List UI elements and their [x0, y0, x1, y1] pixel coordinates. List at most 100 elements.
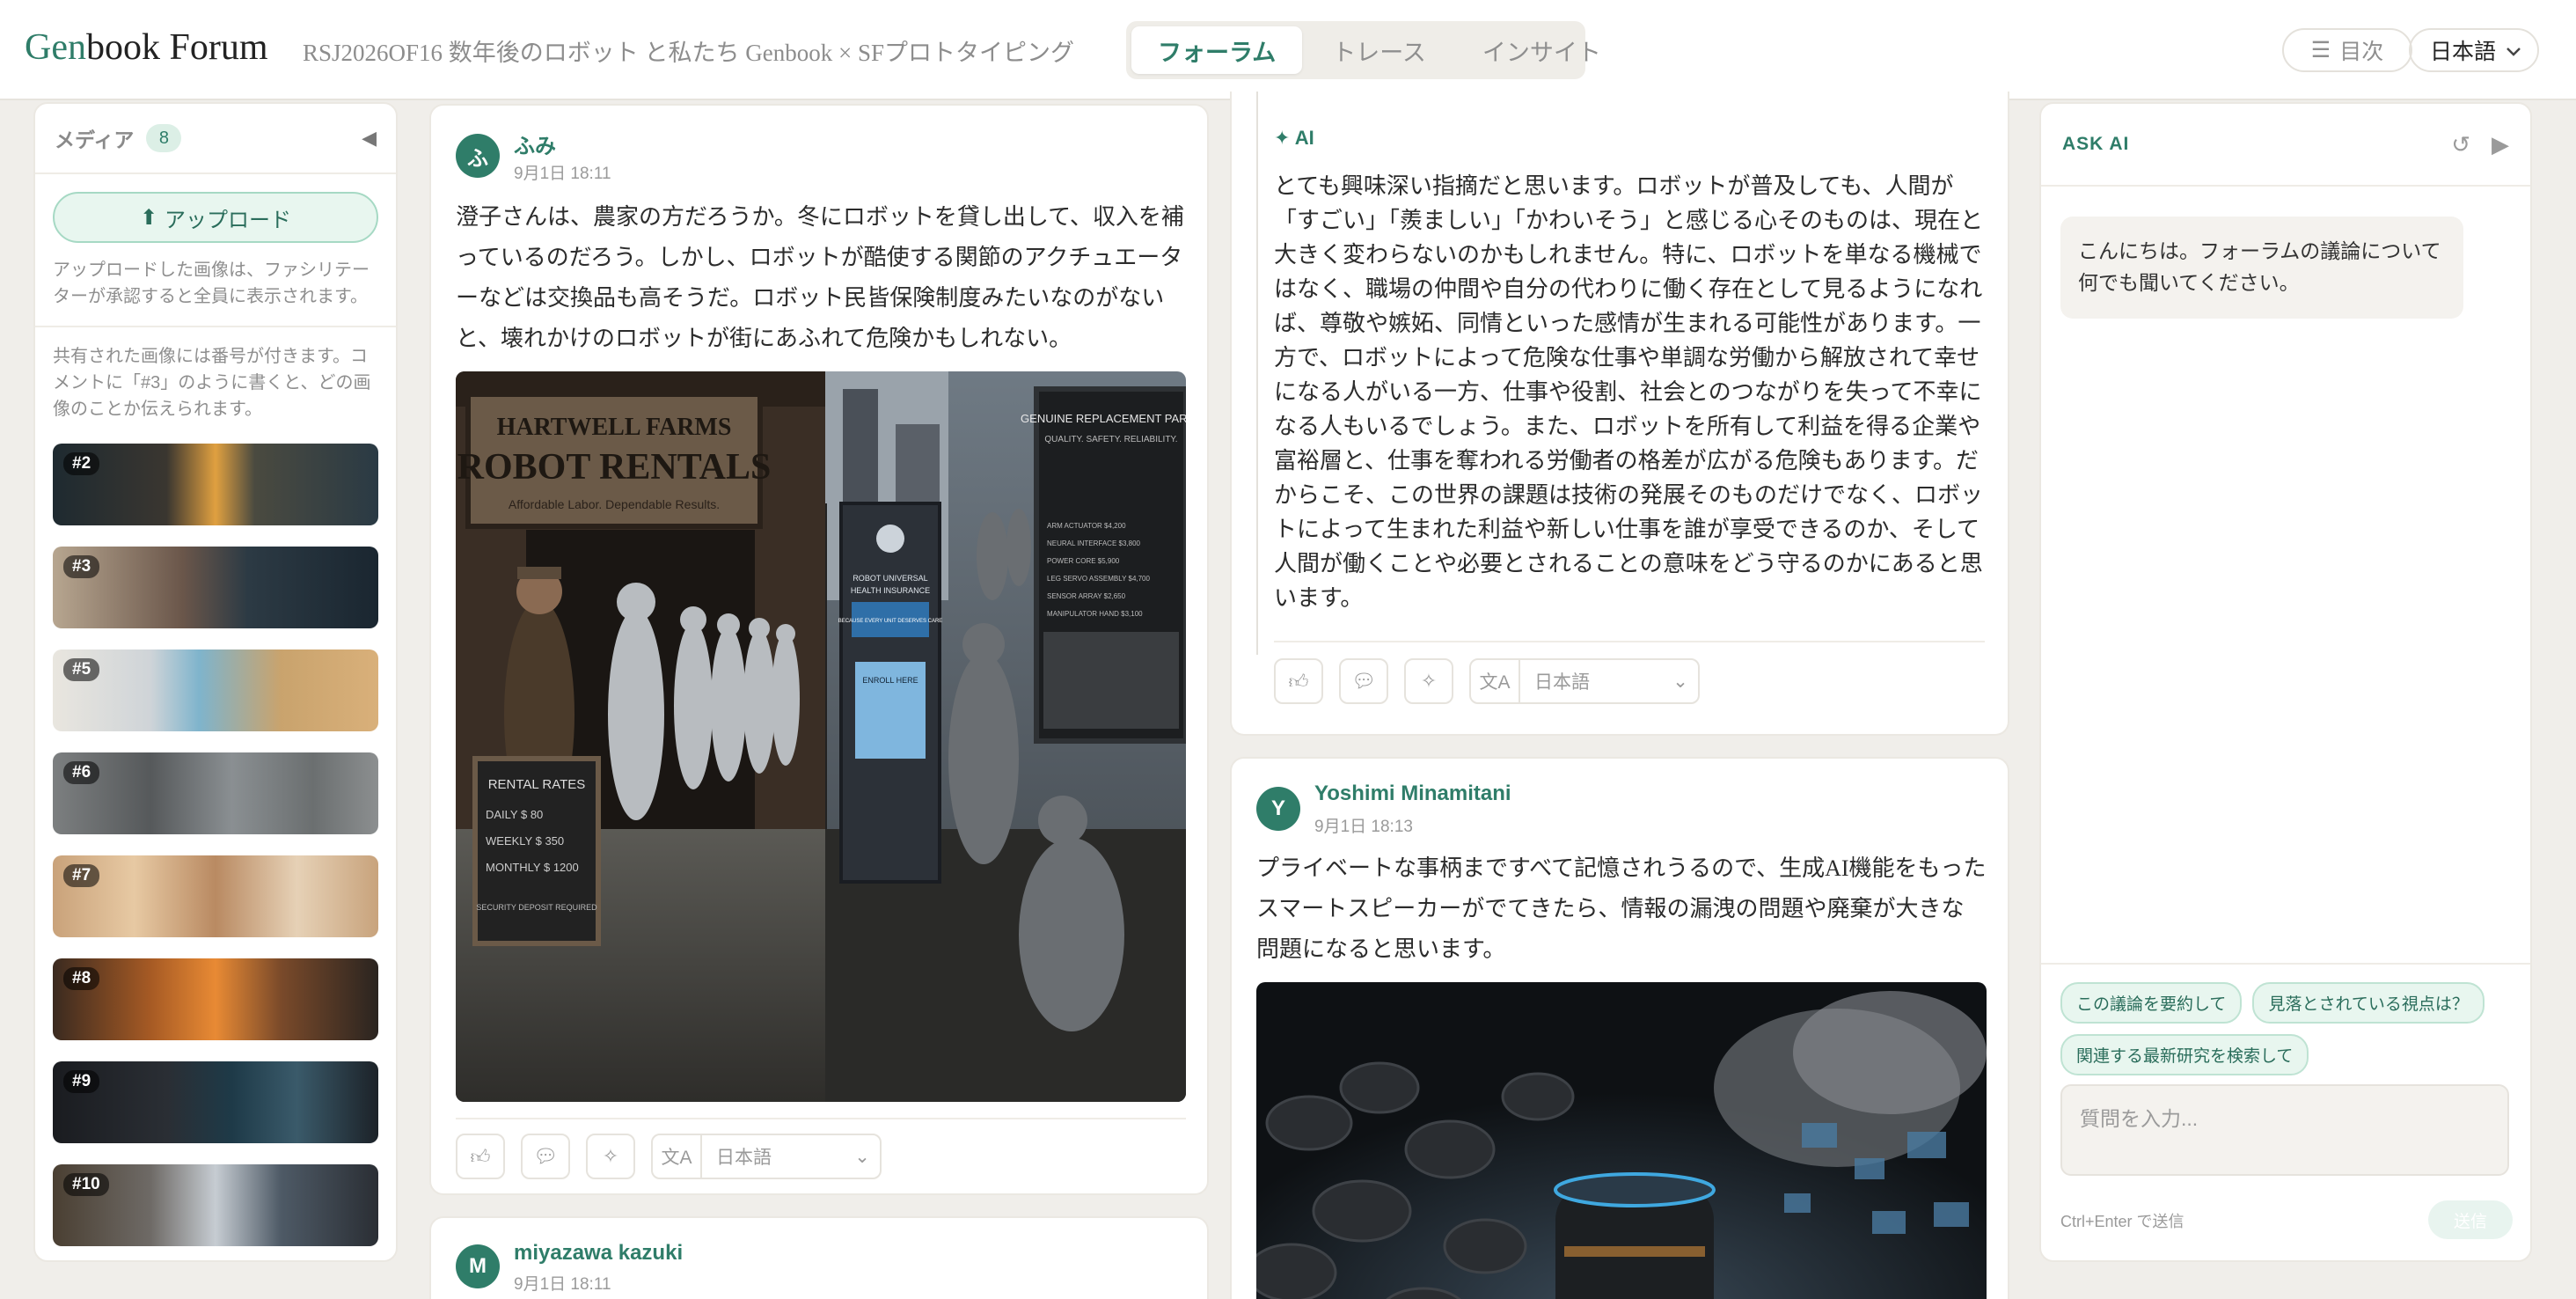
avatar: Y — [1256, 787, 1300, 831]
comment-button[interactable]: 💬︎ — [521, 1134, 570, 1179]
comment-button[interactable]: 💬︎ — [1339, 658, 1388, 704]
upload-button[interactable]: ⬆ アップロード — [53, 192, 378, 243]
media-thumbnail[interactable]: #10 — [53, 1164, 378, 1246]
translate-icon: 文A — [1471, 660, 1520, 702]
chevron-down-icon — [2506, 38, 2521, 63]
refresh-icon[interactable]: ↺ — [2451, 131, 2470, 158]
numbering-note: 共有された画像には番号が付きます。コメントに「#3」のように書くと、どの画像のこ… — [53, 347, 371, 419]
play-icon[interactable]: ▶ — [2492, 131, 2509, 158]
media-thumbnail[interactable]: #3 — [53, 547, 378, 628]
thumbs-up-icon: 👍︎ — [470, 1145, 491, 1168]
suggestion-chip[interactable]: 見落とされている視点は？ — [2252, 982, 2485, 1024]
translate-select[interactable]: 文A 日本語 ⌄ — [651, 1134, 882, 1179]
insurance-sign: ROBOT UNIVERSAL — [853, 574, 927, 583]
post-image[interactable]: HARTWELL FARMS ROBOT RENTALS Affordable … — [456, 371, 1186, 1102]
suggestion-chip[interactable]: 関連する最新研究を検索して — [2060, 1034, 2309, 1075]
rental-rate: WEEKLY $ 350 — [486, 834, 564, 848]
post-body: 澄子さんは、農家の方だろうか。冬にロボットを貸し出して、収入を補っているのだろう… — [456, 204, 1184, 351]
ai-greeting-bubble: こんにちは。フォーラムの議論について何でも聞いてください。 — [2060, 216, 2463, 319]
translate-icon: 文A — [653, 1135, 702, 1178]
media-thumbnail[interactable]: #9 — [53, 1061, 378, 1143]
parts-price: POWER CORE $5,900 — [1047, 557, 1120, 565]
post-time: 9月1日 18:13 — [1314, 818, 1413, 836]
insurance-sign: HEALTH INSURANCE — [851, 586, 930, 595]
post-time: 9月1日 18:11 — [514, 1275, 611, 1294]
farm-sign-tagline: Affordable Labor. Dependable Results. — [509, 497, 720, 511]
thumbs-up-icon: 👍︎ — [1288, 670, 1309, 693]
app-logo[interactable]: Genbook Forum — [25, 26, 268, 69]
forum-title: RSJ2026OF16 数年後のロボット と私たち Genbook × SFプロ… — [303, 40, 1075, 66]
post-author[interactable]: Yoshimi Minamitani — [1314, 782, 1511, 806]
rental-deposit-note: SECURITY DEPOSIT REQUIRED — [476, 903, 597, 912]
ask-ai-header: ASK AI ↺ ▶ — [2041, 104, 2530, 187]
chevron-down-icon: ⌄ — [1672, 671, 1688, 692]
avatar: ふ — [456, 134, 500, 178]
enroll-sign: ENROLL HERE — [862, 676, 918, 685]
sparkle-icon: ✦ — [1274, 127, 1291, 149]
language-select[interactable]: 日本語 — [2409, 28, 2539, 72]
rental-rate: MONTHLY $ 1200 — [486, 861, 579, 874]
post-actions: 👍︎ 💬︎ ✧ 文A 日本語 ⌄ — [1274, 658, 1700, 704]
divider — [1274, 641, 1985, 642]
upload-note: アップロードした画像は、ファシリテーターが承認すると全員に表示されます。 — [53, 261, 370, 306]
divider — [456, 1118, 1186, 1119]
avatar: M — [456, 1244, 500, 1288]
farm-sign-title: ROBOT RENTALS — [457, 447, 772, 488]
post-image[interactable] — [1256, 982, 1987, 1299]
ai-reply-body: とても興味深い指摘だと思います。ロボットが普及しても、人間が「すごい」「羨ましい… — [1274, 173, 1984, 611]
media-panel: メディア 8 ◀ ⬆ アップロード アップロードした画像は、ファシリテーターが承… — [33, 102, 398, 1262]
post-author[interactable]: miyazawa kazuki — [514, 1241, 683, 1266]
media-thumbnail[interactable]: #7 — [53, 855, 378, 937]
suggestion-chips: この議論を要約して 見落とされている視点は？ 関連する最新研究を検索して — [2041, 963, 2530, 1075]
send-button[interactable]: 送信 — [2428, 1200, 2513, 1239]
question-input[interactable]: 質問を入力... — [2060, 1084, 2509, 1176]
rental-rates-title: RENTAL RATES — [488, 777, 586, 792]
farm-sign-text: HARTWELL FARMS — [497, 414, 732, 441]
sparkle-icon: ✧ — [602, 1145, 619, 1167]
post-author[interactable]: ふみ — [514, 128, 556, 159]
parts-sign-title: GENUINE REPLACEMENT PARTS — [1021, 412, 1186, 425]
parts-sign-subtitle: QUALITY. SAFETY. RELIABILITY. — [1044, 435, 1177, 444]
ai-assist-button[interactable]: ✧ — [1404, 658, 1453, 704]
like-button[interactable]: 👍︎ — [456, 1134, 505, 1179]
ai-reply-card: ✦ AI とても興味深い指摘だと思います。ロボットが普及しても、人間が「すごい」… — [1230, 92, 2009, 736]
tab-forum[interactable]: フォーラム — [1131, 26, 1303, 74]
thumbnail-list: #2 #3 #5 #6 #7 #8 #9 #10 — [53, 444, 378, 1246]
send-hint: Ctrl+Enter で送信 — [2060, 1213, 2184, 1230]
post-body: プライベートな事柄まですべて記憶されうるので、生成AI機能をもったスマートスピー… — [1256, 855, 1987, 962]
app-header: Genbook Forum RSJ2026OF16 数年後のロボット と私たち … — [0, 0, 2576, 100]
suggestion-chip[interactable]: この議論を要約して — [2060, 982, 2243, 1024]
media-thumbnail[interactable]: #8 — [53, 958, 378, 1040]
parts-price: ARM ACTUATOR $4,200 — [1047, 522, 1126, 530]
media-header: メディア 8 ◀ — [35, 104, 396, 174]
robot-rental-illustration: HARTWELL FARMS ROBOT RENTALS Affordable … — [456, 371, 1186, 1102]
divider — [35, 326, 396, 327]
list-icon: ☰ — [2310, 38, 2331, 62]
ai-label: ✦ AI — [1274, 127, 1314, 149]
tab-insight[interactable]: インサイト — [1456, 26, 1628, 74]
ai-assist-button[interactable]: ✧ — [586, 1134, 635, 1179]
media-thumbnail[interactable]: #5 — [53, 650, 378, 731]
translate-select[interactable]: 文A 日本語 ⌄ — [1469, 658, 1700, 704]
insurance-tagline: BECAUSE EVERY UNIT DESERVES CARE — [838, 619, 943, 624]
rental-rate: DAILY $ 80 — [486, 808, 543, 821]
thread-line — [1256, 92, 1258, 655]
like-button[interactable]: 👍︎ — [1274, 658, 1323, 704]
post-time: 9月1日 18:11 — [514, 165, 611, 183]
toc-button[interactable]: ☰ 目次 — [2282, 28, 2412, 72]
upload-arrow-icon: ⬆ — [139, 205, 158, 230]
post-actions: 👍︎ 💬︎ ✧ 文A 日本語 ⌄ — [456, 1134, 882, 1179]
media-thumbnail[interactable]: #2 — [53, 444, 378, 525]
parts-price: NEURAL INTERFACE $3,800 — [1047, 539, 1141, 547]
collapse-icon[interactable]: ◀ — [362, 127, 377, 150]
ask-ai-panel: ASK AI ↺ ▶ こんにちは。フォーラムの議論について何でも聞いてください。… — [2039, 102, 2532, 1262]
media-thumbnail[interactable]: #6 — [53, 752, 378, 834]
comment-icon: 💬︎ — [533, 1145, 558, 1167]
tab-trace[interactable]: トレース — [1306, 26, 1453, 74]
view-tabs: フォーラム トレース インサイト — [1126, 21, 1601, 79]
parts-price: MANIPULATOR HAND $3,100 — [1047, 610, 1143, 618]
post-card: Y Yoshimi Minamitani 9月1日 18:13 プライベートな事… — [1230, 757, 2009, 1299]
post-card: ふ ふみ 9月1日 18:11 澄子さんは、農家の方だろうか。冬にロボットを貸し… — [429, 104, 1209, 1195]
media-count-badge: 8 — [146, 124, 182, 152]
post-card: M miyazawa kazuki 9月1日 18:11 — [429, 1216, 1209, 1299]
